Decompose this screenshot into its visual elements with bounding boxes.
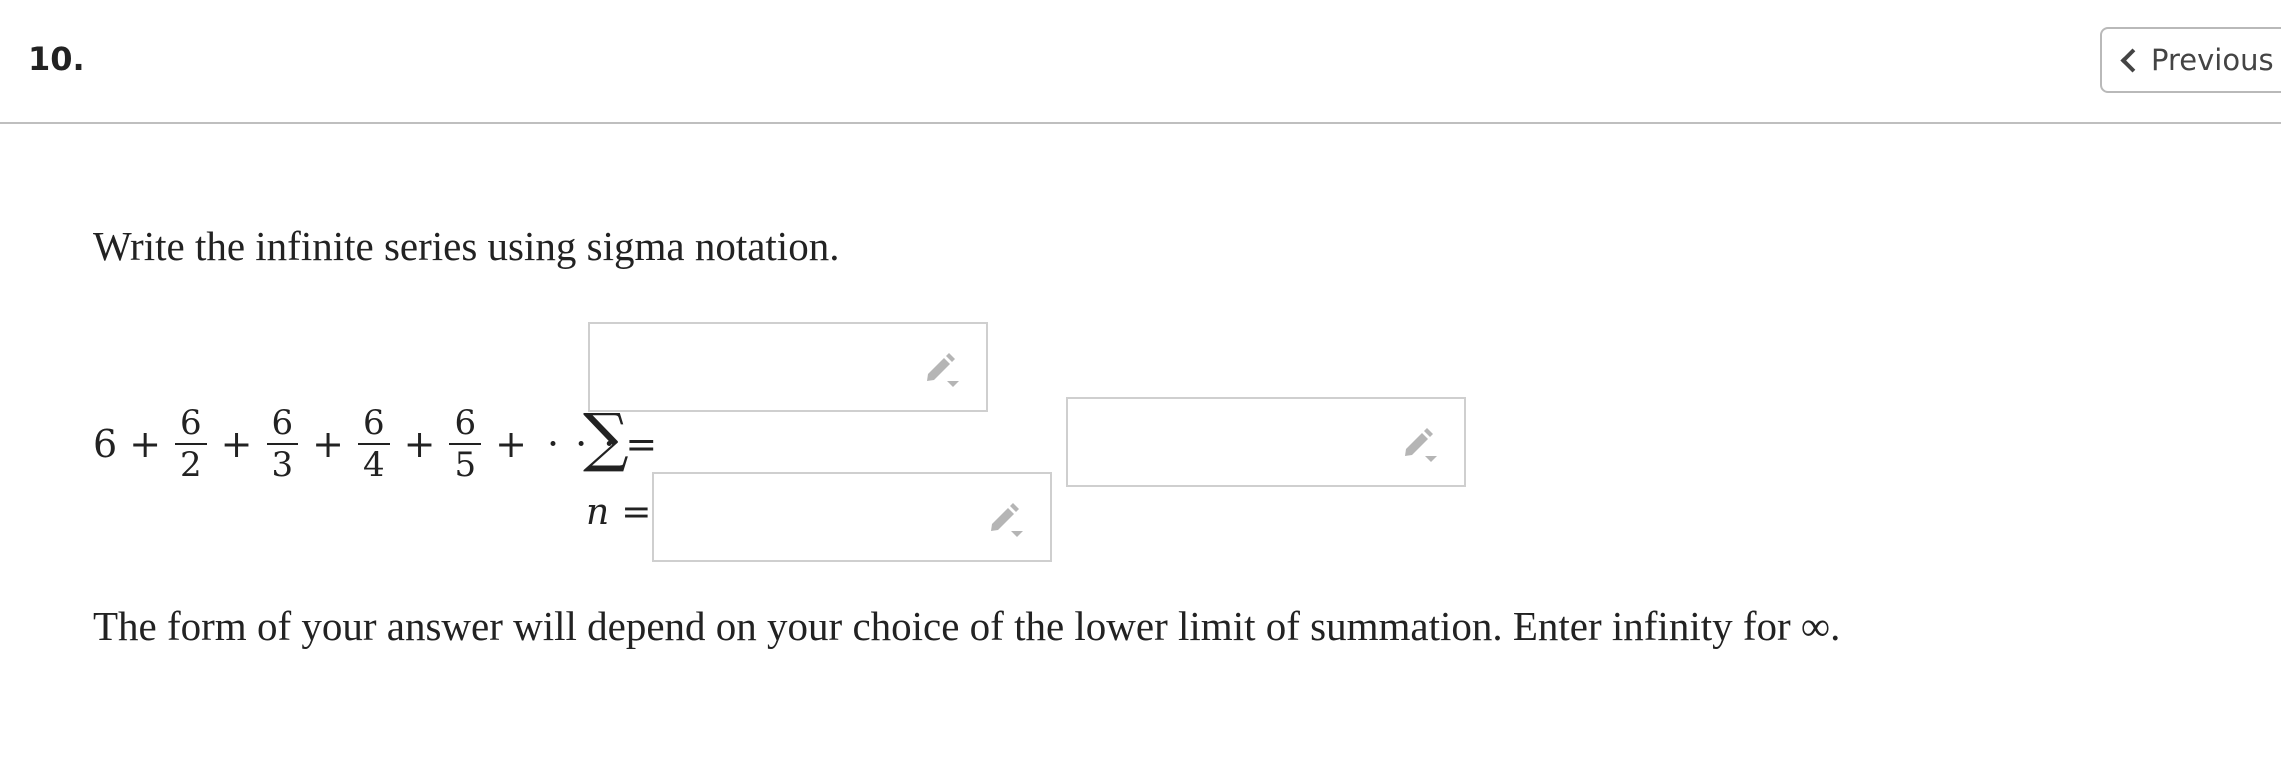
- fraction-numerator: 6: [271, 403, 294, 443]
- fraction-denominator: 3: [271, 445, 294, 485]
- fraction-numerator: 6: [363, 403, 385, 443]
- plus-sign: +: [129, 422, 162, 466]
- lower-limit-input[interactable]: [652, 472, 1052, 562]
- fraction-term: 6 5: [449, 403, 482, 485]
- plus-sign: +: [312, 422, 344, 466]
- pencil-dropdown-icon[interactable]: [1400, 423, 1440, 463]
- fraction-term: 6 3: [266, 403, 299, 485]
- plus-sign: +: [495, 422, 527, 466]
- previous-button-label: Previous: [2151, 43, 2274, 77]
- chevron-left-icon: [2120, 47, 2145, 73]
- answer-note: The form of your answer will depend on y…: [93, 603, 1841, 649]
- pencil-dropdown-icon[interactable]: [922, 348, 962, 388]
- lower-limit-label: n =: [586, 492, 651, 533]
- plus-sign: +: [220, 422, 253, 466]
- question-number: 10.: [28, 40, 85, 78]
- general-term-input[interactable]: [1066, 397, 1466, 487]
- first-term: 6: [93, 422, 118, 466]
- question-header: 10. Previous: [0, 0, 2281, 124]
- fraction-term: 6 2: [175, 403, 207, 485]
- equals-sign: =: [625, 422, 658, 466]
- question-instruction: Write the infinite series using sigma no…: [93, 223, 840, 269]
- fraction-denominator: 2: [180, 445, 202, 485]
- pencil-dropdown-icon[interactable]: [986, 498, 1026, 538]
- previous-button[interactable]: Previous: [2100, 27, 2281, 93]
- index-equals: =: [621, 492, 652, 533]
- fraction-numerator: 6: [454, 403, 477, 443]
- index-variable: n: [586, 492, 610, 533]
- upper-limit-input[interactable]: [588, 322, 988, 412]
- fraction-numerator: 6: [180, 403, 202, 443]
- plus-sign: +: [403, 422, 436, 466]
- fraction-denominator: 4: [363, 445, 385, 485]
- series-expression: 6 + 6 2 + 6 3 + 6 4 + 6 5 + · · · =: [93, 394, 657, 494]
- fraction-denominator: 5: [454, 445, 477, 485]
- fraction-term: 6 4: [358, 403, 390, 485]
